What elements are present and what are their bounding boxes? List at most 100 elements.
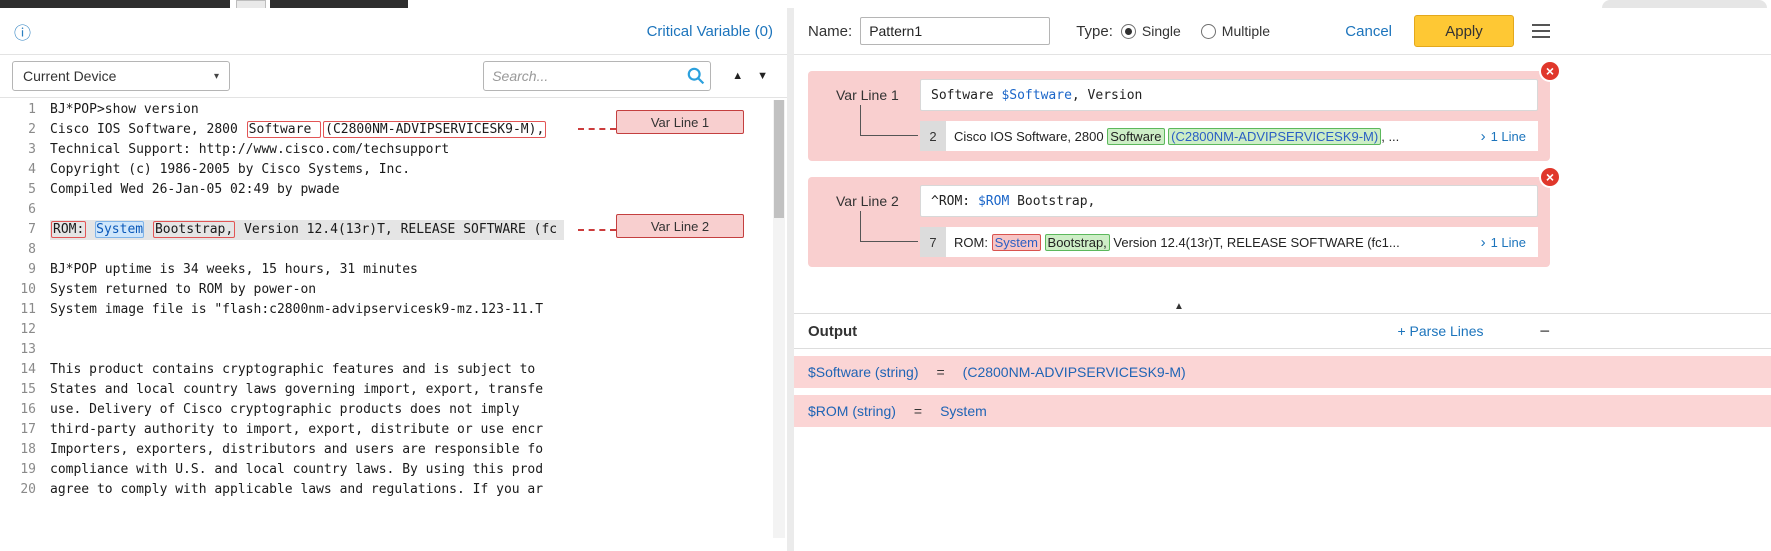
type-radio-single[interactable]: Single xyxy=(1121,23,1181,39)
left-panel-header: ⓘ Critical Variable (0) xyxy=(0,8,787,55)
code-line: 20agree to comply with applicable laws a… xyxy=(0,480,755,500)
var-line-label: Var Line 1 xyxy=(836,87,899,103)
output-rows: $Software (string)=(C2800NM-ADVIPSERVICE… xyxy=(794,349,1771,434)
line-number: 19 xyxy=(0,460,50,480)
minimize-icon[interactable]: − xyxy=(1539,321,1550,342)
line-number: 1 xyxy=(0,100,50,120)
code-line: 17third-party authority to import, expor… xyxy=(0,420,755,440)
line-number: 11 xyxy=(0,300,50,320)
code-line: 11System image file is "flash:c2800nm-ad… xyxy=(0,300,755,320)
text-segment: Software xyxy=(1107,128,1164,145)
code-editor: 1BJ*POP>show version2Cisco IOS Software,… xyxy=(0,98,787,551)
match-line-number: 2 xyxy=(920,121,946,151)
line-number: 9 xyxy=(0,260,50,280)
line-number: 12 xyxy=(0,320,50,340)
output-header: ▲ Output + Parse Lines − xyxy=(794,313,1771,349)
pattern-name-input[interactable] xyxy=(860,17,1050,45)
line-text xyxy=(50,320,564,340)
search-icon[interactable] xyxy=(686,66,706,86)
code-line: 18Importers, exporters, distributors and… xyxy=(0,440,755,460)
line-number: 18 xyxy=(0,440,50,460)
code-line: 12 xyxy=(0,320,755,340)
critical-variable-link[interactable]: Critical Variable (0) xyxy=(647,23,773,40)
text-segment: Cisco IOS Software, 2800 xyxy=(50,122,246,137)
pattern-header: Name: Type: SingleMultiple Cancel Apply xyxy=(794,8,1771,55)
code-area: 1BJ*POP>show version2Cisco IOS Software,… xyxy=(0,100,755,500)
find-next-button[interactable]: ▼ xyxy=(750,70,775,82)
pattern-input[interactable]: Software $Software, Version xyxy=(920,79,1538,111)
line-number: 2 xyxy=(0,120,50,140)
match-row: 2Cisco IOS Software, 2800 Software (C280… xyxy=(920,121,1538,151)
collapse-up-icon[interactable]: ▲ xyxy=(1166,301,1192,312)
code-line: 3Technical Support: http://www.cisco.com… xyxy=(0,140,755,160)
text-segment: third-party authority to import, export,… xyxy=(50,422,543,437)
text-segment: Copyright (c) 1986-2005 by Cisco Systems… xyxy=(50,162,410,177)
parse-lines-link[interactable]: + Parse Lines xyxy=(1397,323,1483,339)
code-line: 5Compiled Wed 26-Jan-05 02:49 by pwade xyxy=(0,180,755,200)
output-title: Output xyxy=(808,323,857,340)
text-segment: Version 12.4(13r)T, RELEASE SOFTWARE (fc… xyxy=(1110,235,1400,250)
radio-label: Single xyxy=(1142,23,1181,39)
code-line: 10System returned to ROM by power-on xyxy=(0,280,755,300)
text-segment: , Version xyxy=(1072,88,1142,103)
var-line-2-callout[interactable]: Var Line 2 xyxy=(616,214,744,238)
vertical-scrollbar[interactable] xyxy=(773,100,785,538)
annotation-dash-line xyxy=(578,229,616,231)
code-line: 8 xyxy=(0,240,755,260)
device-dropdown-value: Current Device xyxy=(23,68,116,84)
match-text: ROM: System Bootstrap, Version 12.4(13r)… xyxy=(946,227,1477,257)
type-radio-multiple[interactable]: Multiple xyxy=(1201,23,1270,39)
close-icon: × xyxy=(1546,63,1554,79)
line-text: BJ*POP uptime is 34 weeks, 15 hours, 31 … xyxy=(50,260,564,280)
menu-icon[interactable] xyxy=(1532,22,1550,40)
expand-link[interactable]: ›1 Line xyxy=(1477,121,1538,151)
line-text: Importers, exporters, distributors and u… xyxy=(50,440,564,460)
close-button[interactable]: × xyxy=(1539,166,1561,188)
pattern-input[interactable]: ^ROM: $ROM Bootstrap, xyxy=(920,185,1538,217)
search-box xyxy=(483,61,711,91)
browser-tab-strip xyxy=(0,0,1771,8)
browser-tab xyxy=(0,0,230,8)
line-number: 13 xyxy=(0,340,50,360)
search-input[interactable] xyxy=(492,68,686,84)
line-text: Cisco IOS Software, 2800 Software (C2800… xyxy=(50,120,564,140)
type-radio-group: Single Multiple xyxy=(1121,23,1290,39)
var-line-1-callout[interactable]: Var Line 1 xyxy=(616,110,744,134)
text-segment xyxy=(1041,235,1045,250)
text-segment: agree to comply with applicable laws and… xyxy=(50,482,543,497)
line-text: ROM: System Bootstrap, Version 12.4(13r)… xyxy=(50,220,564,240)
text-segment: States and local country laws governing … xyxy=(50,382,543,397)
line-number: 17 xyxy=(0,420,50,440)
info-icon[interactable]: ⓘ xyxy=(14,19,31,44)
line-number: 15 xyxy=(0,380,50,400)
text-segment: ROM: xyxy=(51,221,86,238)
scrollbar-thumb[interactable] xyxy=(774,100,784,218)
line-number: 3 xyxy=(0,140,50,160)
expand-link[interactable]: ›1 Line xyxy=(1477,227,1538,257)
code-line: 9BJ*POP uptime is 34 weeks, 15 hours, 31… xyxy=(0,260,755,280)
cancel-button[interactable]: Cancel xyxy=(1345,23,1392,40)
chevron-right-icon: › xyxy=(1481,234,1486,251)
text-segment: Bootstrap, xyxy=(153,221,235,238)
line-text: Compiled Wed 26-Jan-05 02:49 by pwade xyxy=(50,180,564,200)
output-variable-row: $ROM (string)=System xyxy=(794,395,1771,427)
text-segment: Bootstrap, xyxy=(1045,234,1110,251)
match-line-number: 7 xyxy=(920,227,946,257)
code-line: 14This product contains cryptographic fe… xyxy=(0,360,755,380)
close-button[interactable]: × xyxy=(1539,60,1561,82)
code-line: 4Copyright (c) 1986-2005 by Cisco System… xyxy=(0,160,755,180)
device-dropdown[interactable]: Current Device ▾ xyxy=(12,61,230,91)
line-text: Copyright (c) 1986-2005 by Cisco Systems… xyxy=(50,160,564,180)
line-text: System image file is "flash:c2800nm-advi… xyxy=(50,300,564,320)
line-number: 14 xyxy=(0,360,50,380)
line-number: 10 xyxy=(0,280,50,300)
expand-label: 1 Line xyxy=(1491,129,1526,144)
apply-button[interactable]: Apply xyxy=(1414,15,1514,47)
text-segment: , ... xyxy=(1381,129,1399,144)
find-previous-button[interactable]: ▲ xyxy=(725,70,750,82)
line-number: 20 xyxy=(0,480,50,500)
pattern-card: Var Line 2^ROM: $ROM Bootstrap,7ROM: Sys… xyxy=(808,177,1550,267)
browser-tab xyxy=(236,0,266,8)
text-segment: Software xyxy=(931,88,1001,103)
text-segment: compliance with U.S. and local country l… xyxy=(50,462,543,477)
